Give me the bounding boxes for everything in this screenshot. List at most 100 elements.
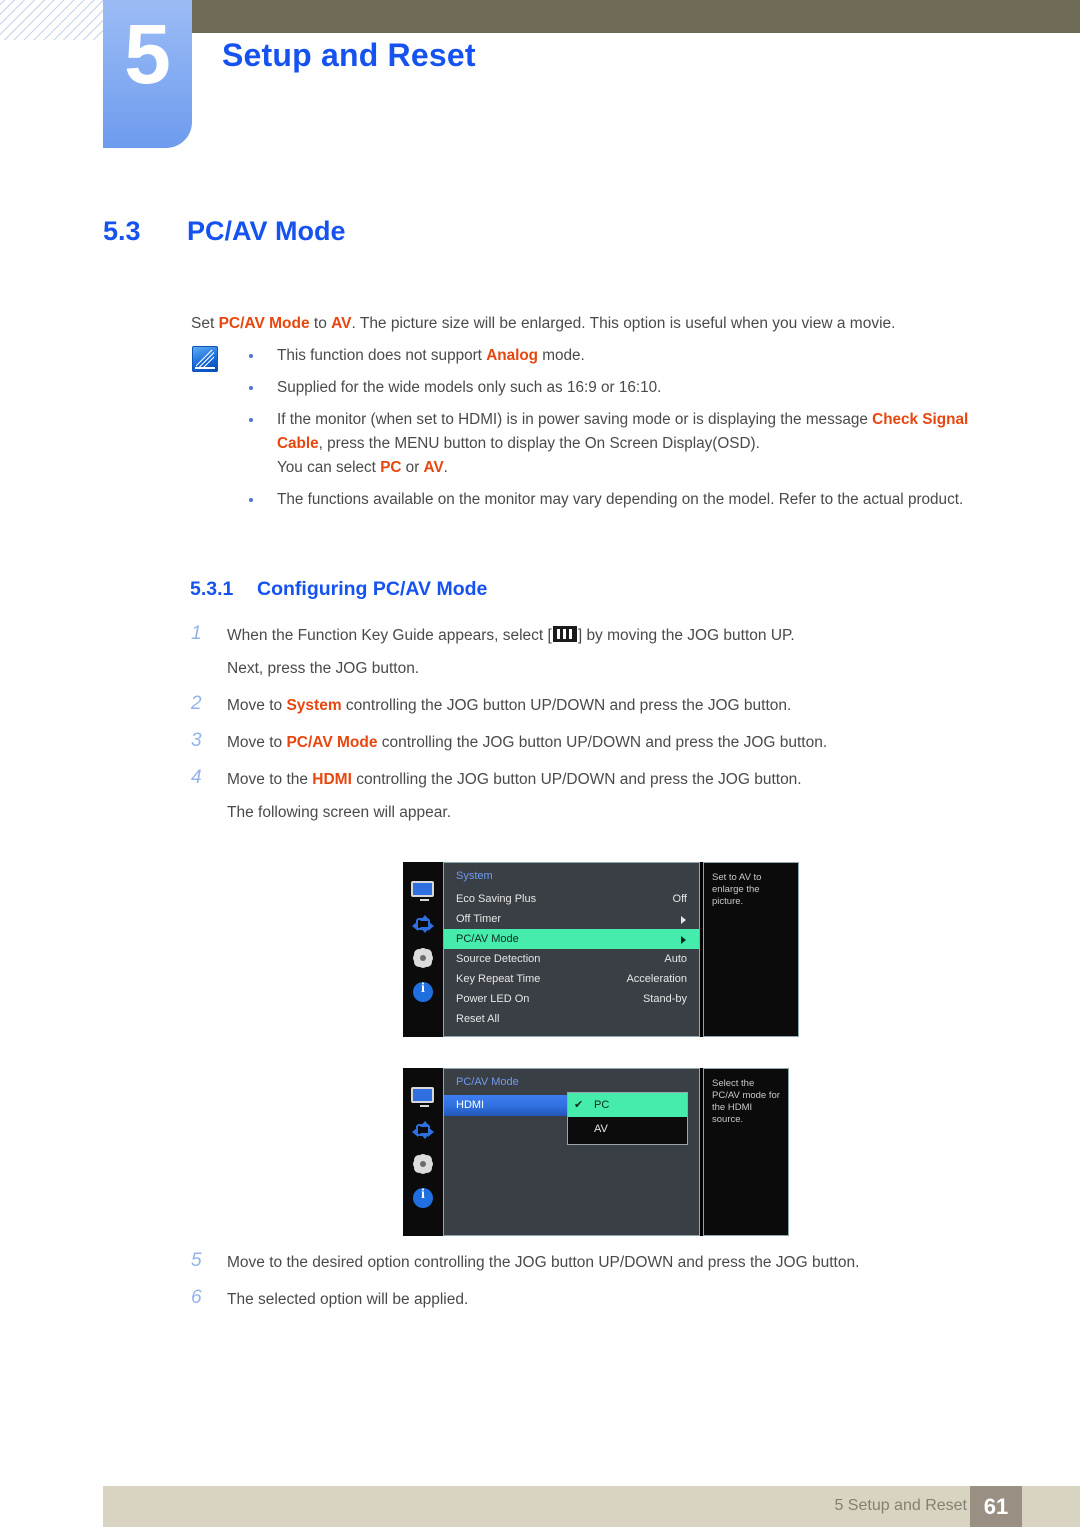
intro-suffix: . The picture size will be enlarged. Thi… — [351, 314, 896, 332]
intro-mid: to — [309, 314, 332, 332]
osd-icon-rail — [403, 862, 443, 1037]
step-number: 2 — [191, 693, 202, 714]
move-arrows-icon — [411, 1118, 435, 1142]
procedure-step: 6 The selected option will be applied. — [191, 1287, 1021, 1311]
osd-system-tooltip: Set to AV to enlarge the picture. — [703, 862, 799, 1037]
step-text: ] by moving the JOG button UP. — [577, 627, 795, 644]
osd-row-value: Acceleration — [626, 973, 687, 985]
step-number: 4 — [191, 767, 202, 788]
note-item: The functions available on the monitor m… — [243, 488, 1003, 512]
osd-option-label: AV — [594, 1123, 608, 1135]
chapter-number: 5 — [124, 7, 171, 101]
step-text: controlling the JOG button UP/DOWN and p… — [351, 771, 802, 788]
osd-menu-row[interactable]: Source Detection Auto — [444, 949, 699, 969]
step-text: Move to — [227, 697, 287, 714]
step-text: Move to — [227, 734, 287, 751]
osd-menu-row[interactable]: Reset All — [444, 1009, 699, 1029]
osd-pcav-tooltip: Select the PC/AV mode for the HDMI sourc… — [703, 1068, 789, 1236]
step-highlight-term: HDMI — [312, 771, 352, 788]
note-highlight-term: PC — [380, 459, 402, 476]
move-arrows-icon — [411, 912, 435, 936]
step-text: controlling the JOG button UP/DOWN and p… — [341, 697, 792, 714]
section-title: PC/AV Mode — [187, 216, 346, 246]
osd-pcav-panel: PC/AV Mode HDMI ✔ PC AV — [443, 1068, 700, 1236]
monitor-icon — [411, 878, 435, 902]
decorative-hatch-pattern — [0, 0, 104, 40]
note-pen-icon — [192, 346, 218, 372]
step-text: The selected option will be applied. — [227, 1291, 469, 1308]
step-highlight-term: System — [286, 697, 342, 714]
osd-menu-row[interactable]: Key Repeat Time Acceleration — [444, 969, 699, 989]
step-text: Move to the desired option controlling t… — [227, 1254, 860, 1271]
page-footer: 5 Setup and Reset 61 — [103, 1486, 1080, 1527]
procedure-step: 2 Move to System controlling the JOG butt… — [191, 693, 1021, 717]
osd-row-value: Auto — [664, 953, 687, 965]
osd-row-value: Off — [672, 893, 687, 905]
osd-row-label: Key Repeat Time — [456, 973, 541, 985]
note-item: If the monitor (when set to HDMI) is in … — [243, 408, 1003, 480]
osd-system-panel: System Eco Saving Plus Off Off Timer PC/AV … — [443, 862, 700, 1037]
info-icon — [411, 1186, 435, 1210]
osd-row-label: PC/AV Mode — [456, 933, 519, 945]
procedure-step: 1 When the Function Key Guide appears, se… — [191, 623, 1021, 680]
subsection-title: Configuring PC/AV Mode — [257, 578, 488, 600]
intro-prefix: Set — [191, 314, 219, 332]
note-text: or — [401, 459, 424, 476]
osd-menu-row[interactable]: Off Timer — [444, 909, 699, 929]
chapter-title: Setup and Reset — [222, 37, 476, 73]
note-text: You can select — [277, 459, 381, 476]
note-item: This function does not support Analog mo… — [243, 344, 1003, 368]
step-number: 1 — [191, 623, 202, 644]
osd-menu-row[interactable]: Power LED On Stand-by — [444, 989, 699, 1009]
osd-system-title: System — [456, 870, 493, 882]
procedure-steps-bottom: 5 Move to the desired option controlling … — [191, 1250, 1021, 1325]
osd-pcav-option-list: ✔ PC AV — [567, 1092, 688, 1145]
footer-page-number: 61 — [970, 1486, 1022, 1527]
note-text: mode. — [538, 347, 585, 364]
osd-row-label: Power LED On — [456, 993, 530, 1005]
osd-pcav-title: PC/AV Mode — [456, 1076, 519, 1088]
step-text: Move to the — [227, 771, 313, 788]
intro-term-pcav: PC/AV Mode — [218, 314, 310, 332]
osd-option-label: PC — [594, 1099, 610, 1111]
osd-menu-row[interactable]: Eco Saving Plus Off — [444, 889, 699, 909]
section-number: 5.3 — [103, 216, 141, 246]
step-continuation-text: The following screen will appear. — [227, 804, 452, 821]
procedure-step: 4 Move to the HDMI controlling the JOG bu… — [191, 767, 1021, 824]
osd-row-label: Reset All — [456, 1013, 500, 1025]
note-item: Supplied for the wide models only such a… — [243, 376, 1003, 400]
procedure-step: 5 Move to the desired option controlling … — [191, 1250, 1021, 1274]
note-text: This function does not support — [277, 347, 487, 364]
step-text: When the Function Key Guide appears, sel… — [227, 627, 552, 644]
osd-option-row[interactable]: AV — [568, 1117, 687, 1141]
step-number: 3 — [191, 730, 202, 751]
osd-row-label: Source Detection — [456, 953, 541, 965]
osd-row-label: Eco Saving Plus — [456, 893, 537, 905]
note-highlight-term: AV — [423, 459, 444, 476]
osd-option-row[interactable]: ✔ PC — [568, 1093, 687, 1117]
procedure-steps-top: 1 When the Function Key Guide appears, se… — [191, 623, 1021, 838]
gear-icon — [411, 1152, 435, 1176]
note-text: If the monitor (when set to HDMI) is in … — [277, 411, 873, 428]
intro-term-av: AV — [331, 314, 352, 332]
osd-screenshot-system-menu: System Eco Saving Plus Off Off Timer PC/AV … — [403, 862, 799, 1037]
step-number: 6 — [191, 1287, 202, 1308]
osd-system-rows: Eco Saving Plus Off Off Timer PC/AV Mode Sou… — [444, 889, 699, 1029]
osd-icon-rail — [403, 1068, 443, 1236]
function-key-guide-icon — [552, 626, 577, 642]
osd-row-label: Off Timer — [456, 913, 502, 925]
step-continuation-text: Next, press the JOG button. — [227, 660, 420, 677]
osd-menu-row[interactable]: PC/AV Mode — [444, 929, 699, 949]
step-text: controlling the JOG button UP/DOWN and p… — [377, 734, 828, 751]
section-heading: 5.3 PC/AV Mode — [103, 216, 903, 247]
chevron-right-icon — [681, 936, 686, 944]
procedure-step: 3 Move to PC/AV Mode controlling the JOG … — [191, 730, 1021, 754]
note-text: The functions available on the monitor m… — [277, 491, 964, 508]
checkmark-icon: ✔ — [574, 1099, 584, 1111]
chevron-right-icon — [681, 916, 686, 924]
header-olive-bar — [192, 0, 1080, 33]
info-icon — [411, 980, 435, 1004]
note-text: Supplied for the wide models only such a… — [277, 379, 662, 396]
step-number: 5 — [191, 1250, 202, 1271]
chapter-number-badge: 5 — [103, 0, 192, 148]
